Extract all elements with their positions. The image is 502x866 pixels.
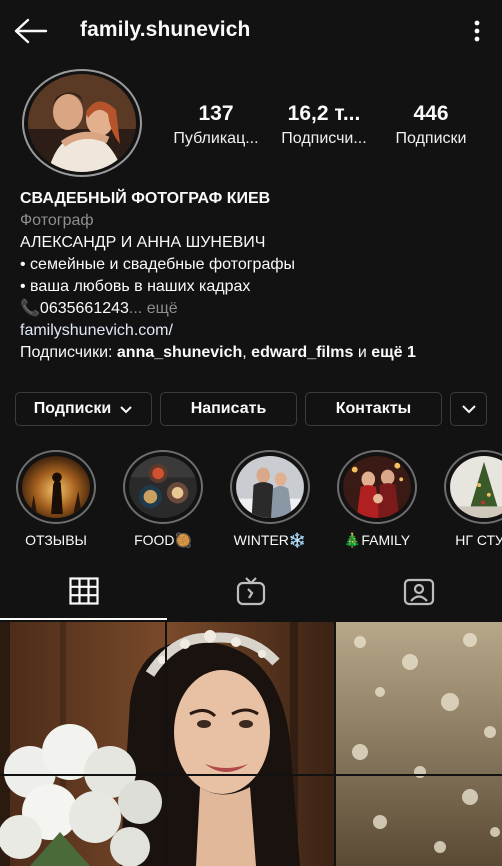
active-tab-indicator [0,618,167,620]
following-button-label: Подписки [33,400,112,417]
posts-count: 137 [198,102,234,125]
bio-category: Фотограф [20,212,94,229]
posts-label: Публикац... [173,130,259,147]
highlight-label: 🎄FAMILY [343,532,411,548]
contacts-button-label: Контакты [335,400,412,417]
followed-by-line[interactable]: Подписчики: anna_shunevich, edward_films… [20,342,490,364]
followers-count: 16,2 т... [287,102,361,125]
post-grid [0,622,502,866]
chevron-down-icon [120,406,132,414]
highlight-cover [450,456,502,518]
highlight-ring[interactable] [123,450,203,524]
tagged-icon [403,578,434,606]
posts-stat[interactable]: 137 Публикац... [166,102,266,148]
igtv-icon [236,577,265,606]
bio-line-love: • ваша любовь в наших кадрах [20,278,251,295]
bio-phone-line: 📞0635661243... ещё [20,298,490,320]
more-options-icon[interactable] [466,18,488,44]
highlight-label: WINTER❄️ [233,532,307,548]
follower-anna[interactable]: anna_shunevich [117,344,242,361]
highlight-winter[interactable]: WINTER❄️ [228,450,312,549]
bio-more-link[interactable]: ... ещё [129,300,178,317]
highlight-ring[interactable] [337,450,417,524]
website-link[interactable]: familyshunevich.com/ [20,320,490,342]
profile-tabs [0,562,502,620]
highlight-ring[interactable] [230,450,310,524]
message-button[interactable]: Написать [160,392,297,426]
chevron-down-icon [461,405,476,414]
highlight-food[interactable]: FOOD🥘 [121,450,205,549]
bio-title: СВАДЕБНЫЙ ФОТОГРАФ КИЕВ [20,190,271,207]
highlight-cover [236,456,304,518]
follower-and: и [353,344,372,361]
follower-edward[interactable]: edward_films [251,344,353,361]
bio-line-family: • семейные и свадебные фотографы [20,256,296,273]
follower-separator: , [242,344,252,361]
highlight-label: FOOD🥘 [134,532,192,548]
highlight-label: НГ СТУД [455,532,502,548]
following-stat[interactable]: 446 Подписки [384,102,478,148]
highlight-ring[interactable] [444,450,502,524]
highlight-ny-studio[interactable]: НГ СТУД [442,450,502,548]
profile-avatar[interactable] [28,74,136,172]
highlight-cover [343,456,411,518]
following-count: 446 [413,102,449,125]
following-label: Подписки [395,130,467,147]
profile-bio: СВАДЕБНЫЙ ФОТОГРАФ КИЕВ Фотограф АЛЕКСАН… [20,188,490,364]
highlight-ring[interactable] [16,450,96,524]
highlight-family[interactable]: 🎄FAMILY [335,450,419,549]
tab-tagged[interactable] [335,562,502,620]
follower-more[interactable]: ещё 1 [371,344,416,361]
post-grid-photo[interactable] [0,622,502,866]
followers-label: Подписчи... [281,130,367,147]
suggestions-button[interactable] [450,392,487,426]
profile-username: family.shunevich [80,18,251,41]
followers-stat[interactable]: 16,2 т... Подписчи... [272,102,376,148]
contacts-button[interactable]: Контакты [305,392,442,426]
bio-line-names: АЛЕКСАНДР И АННА ШУНЕВИЧ [20,234,266,251]
highlight-cover [129,456,197,518]
bio-phone: 📞0635661243 [20,300,129,317]
tab-igtv[interactable] [167,562,334,620]
tab-grid[interactable] [0,562,167,620]
top-bar: family.shunevich [0,0,502,62]
grid-icon [68,577,99,605]
highlight-label: ОТЗЫВЫ [25,532,87,548]
highlight-reviews[interactable]: ОТЗЫВЫ [14,450,98,548]
message-button-label: Написать [190,400,267,417]
highlight-cover [22,456,90,518]
followed-by-prefix: Подписчики: [20,344,117,361]
back-arrow-icon[interactable] [14,16,48,46]
following-button[interactable]: Подписки [15,392,152,426]
